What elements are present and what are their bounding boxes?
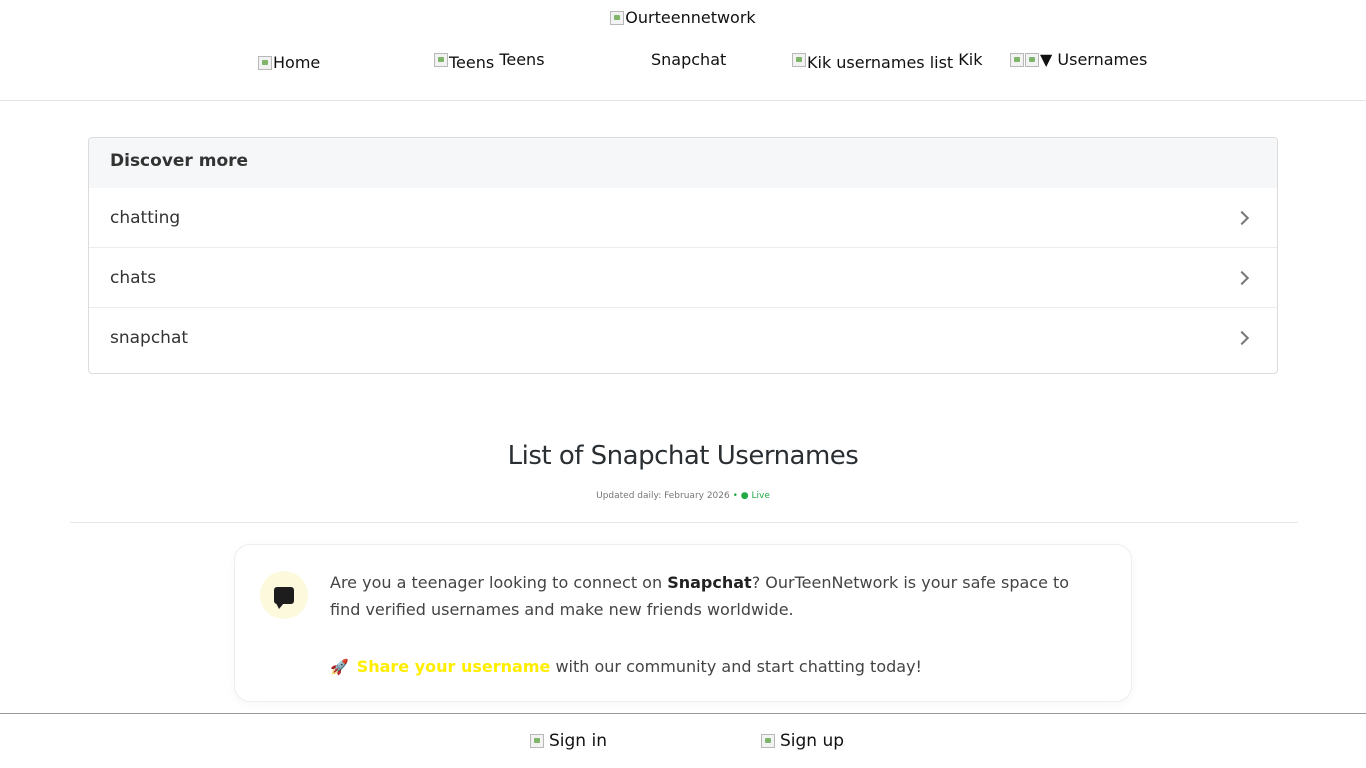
- intro-text-snapchat: Snapchat: [667, 573, 752, 592]
- discover-item-chatting[interactable]: chatting: [89, 188, 1277, 248]
- intro-card: Are you a teenager looking to connect on…: [234, 544, 1132, 702]
- chevron-right-icon: [1234, 270, 1250, 285]
- nav-usernames-label: Usernames: [1057, 50, 1148, 69]
- logo-image-icon: [610, 11, 625, 25]
- intro-text: Are you a teenager looking to connect on…: [330, 569, 1090, 623]
- discover-item-snapchat[interactable]: snapchat: [89, 308, 1277, 368]
- teens-image-icon: [434, 53, 448, 67]
- nav-snapchat-label: Snapchat: [651, 50, 727, 69]
- main-nav: Home Teens Teens Snapchat Kik usernames …: [0, 50, 1366, 74]
- share-cta: 🚀 Share your username with our community …: [330, 653, 1090, 681]
- nav-kik-label: Kik: [958, 50, 983, 69]
- discover-more-title: Discover more: [89, 138, 1277, 188]
- nav-teens-alt: Teens: [449, 53, 495, 72]
- usernames-image-icon-2: [1025, 53, 1039, 67]
- nav-snapchat[interactable]: Snapchat: [651, 50, 726, 69]
- kik-image-icon: [792, 53, 806, 67]
- intro-text-part: Are you a teenager looking to connect on: [330, 573, 668, 592]
- updated-date: Updated daily: February 2026: [596, 491, 730, 501]
- sign-up-image-icon: [761, 734, 775, 748]
- rocket-icon: 🚀: [330, 658, 349, 676]
- title-divider: [70, 522, 1298, 523]
- share-cta-rest: with our community and start chatting to…: [550, 657, 922, 676]
- nav-kik[interactable]: Kik usernames list Kik: [792, 50, 983, 72]
- page-title: List of Snapchat Usernames: [507, 441, 859, 471]
- discover-item-label: chatting: [110, 207, 181, 228]
- discover-item-label: snapchat: [110, 328, 189, 348]
- nav-home-label: Home: [273, 53, 321, 72]
- chat-bubble-icon: [260, 571, 308, 619]
- footer-divider: [0, 713, 1366, 714]
- nav-home[interactable]: Home: [258, 53, 320, 72]
- nav-teens-label: Teens: [499, 50, 545, 69]
- discover-item-label: chats: [110, 267, 157, 288]
- home-image-icon: [258, 56, 272, 70]
- sign-in-image-icon: [530, 734, 544, 748]
- usernames-image-icon-1: [1010, 53, 1024, 67]
- nav-usernames-dropdown[interactable]: ▼ Usernames: [1010, 50, 1147, 69]
- logo-alt-text: Ourteennetwork: [625, 8, 756, 27]
- nav-teens[interactable]: Teens Teens: [434, 50, 545, 72]
- share-username-link[interactable]: Share your username: [357, 657, 551, 676]
- sign-up-link[interactable]: Sign up: [761, 731, 844, 751]
- dropdown-arrow-icon: ▼: [1040, 50, 1053, 69]
- sign-in-link[interactable]: Sign in: [530, 731, 607, 751]
- discover-more-panel: Discover more chatting chats snapchat: [88, 137, 1278, 374]
- header-divider: [0, 100, 1366, 101]
- chevron-right-icon: [1234, 330, 1250, 346]
- updated-status: Updated daily: February 2026 • ● Live: [0, 491, 1366, 501]
- site-logo[interactable]: Ourteennetwork: [0, 8, 1366, 27]
- sign-up-label: Sign up: [780, 731, 845, 751]
- sign-in-label: Sign in: [549, 731, 607, 751]
- nav-kik-alt: Kik usernames list: [807, 53, 954, 72]
- discover-item-chats[interactable]: chats: [89, 248, 1277, 308]
- live-badge: • ● Live: [732, 491, 770, 501]
- chevron-right-icon: [1234, 210, 1250, 225]
